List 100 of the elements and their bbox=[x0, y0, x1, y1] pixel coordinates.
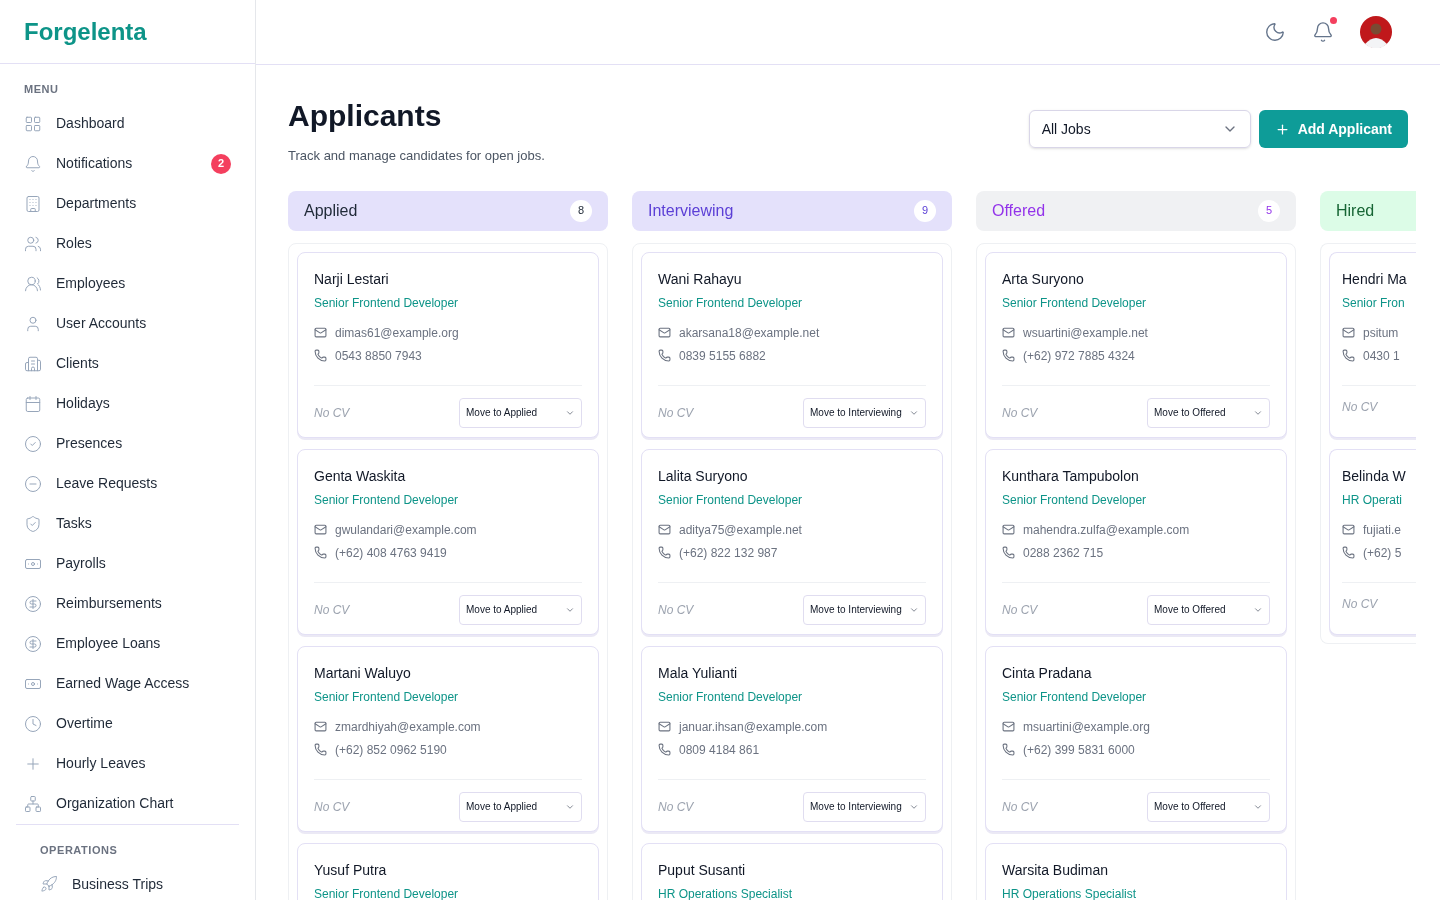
move-select[interactable]: Move to Interviewing bbox=[803, 397, 926, 428]
phone-text: 0809 4184 861 bbox=[679, 741, 760, 759]
move-select[interactable]: Move to Applied bbox=[459, 594, 582, 625]
mail-icon bbox=[1342, 326, 1355, 339]
sidebar-item[interactable]: Leave Requests bbox=[16, 463, 239, 504]
brand-logo[interactable]: Forgelenta bbox=[24, 13, 147, 50]
email-text: dimas61@example.org bbox=[335, 324, 459, 342]
move-select[interactable]: Move to Offered bbox=[1147, 397, 1270, 428]
mail-icon bbox=[314, 326, 327, 339]
no-cv-label: No CV bbox=[658, 404, 694, 422]
applicant-card[interactable]: Genta Waskita Senior Frontend Developer gwulandari@example.com (+62) 408 4763 9419 No CV Move to Applied bbox=[297, 448, 599, 635]
sidebar-item[interactable]: Clients bbox=[16, 343, 239, 384]
section-heading: OPERATIONS bbox=[39, 842, 119, 858]
column-title: Hired bbox=[1336, 200, 1375, 221]
applicant-name: Genta Waskita bbox=[314, 466, 407, 486]
sidebar-item[interactable]: Payrolls bbox=[16, 543, 239, 584]
mail-icon bbox=[1002, 720, 1015, 733]
applicant-name: Arta Suryono bbox=[1002, 269, 1085, 289]
no-cv-label: No CV bbox=[1342, 398, 1378, 416]
sidebar-item[interactable]: Tasks bbox=[16, 503, 239, 544]
applicant-card[interactable]: Puput Susanti HR Operations Specialist bbox=[641, 842, 943, 900]
count-badge: 9 bbox=[914, 199, 936, 222]
email-text: psitum bbox=[1363, 324, 1399, 342]
applicant-card[interactable]: Martani Waluyo Senior Frontend Developer zmardhiyah@example.com (+62) 852 0962 5190 No CV Move to Applied bbox=[297, 645, 599, 832]
applicant-card[interactable]: Wani Rahayu Senior Frontend Developer akarsana18@example.net 0839 5155 6882 No CV Move to Interviewing bbox=[641, 251, 943, 438]
applicant-name: Martani Waluyo bbox=[314, 663, 412, 683]
mail-icon bbox=[658, 720, 671, 733]
sidebar-item[interactable]: Presences bbox=[16, 423, 239, 464]
sidebar-item[interactable]: Reimbursements bbox=[16, 583, 239, 624]
sidebar-item[interactable]: Roles bbox=[16, 223, 239, 264]
column-title: Applied bbox=[304, 200, 358, 221]
applicant-card[interactable]: Lalita Suryono Senior Frontend Developer aditya75@example.net (+62) 822 132 987 No CV Move to Interviewing bbox=[641, 448, 943, 635]
phone-icon bbox=[314, 546, 327, 559]
applicant-card[interactable]: Cinta Pradana Senior Frontend Developer msuartini@example.org (+62) 399 5831 6000 No CV Move to Offered bbox=[985, 645, 1287, 832]
clock-icon bbox=[24, 714, 42, 733]
phone-text: (+62) 972 7885 4324 bbox=[1023, 347, 1135, 365]
job-title: Senior Frontend Developer bbox=[314, 688, 460, 706]
applicant-card[interactable]: Hendri Ma Senior Fron psitum 0430 1 No CV bbox=[1329, 251, 1416, 438]
applicant-name: Belinda W bbox=[1342, 466, 1407, 486]
mail-icon bbox=[1342, 523, 1355, 536]
move-select[interactable]: Move to Interviewing bbox=[803, 594, 926, 625]
applicant-card[interactable]: Belinda W HR Operati fujiati.e (+62) 5 No CV bbox=[1329, 448, 1416, 635]
sidebar-item[interactable]: Dashboard bbox=[16, 103, 239, 144]
sidebar-item[interactable]: User Accounts bbox=[16, 303, 239, 344]
sidebar-item[interactable]: Hourly Leaves bbox=[16, 743, 239, 784]
sidebar-item[interactable]: Employee Loans bbox=[16, 623, 239, 664]
job-filter-select[interactable]: All Jobs bbox=[1028, 110, 1251, 148]
users-icon bbox=[24, 234, 42, 253]
avatar[interactable] bbox=[1360, 16, 1392, 48]
applicant-name: Puput Susanti bbox=[658, 860, 747, 880]
phone-text: (+62) 852 0962 5190 bbox=[335, 741, 447, 759]
applicant-name: Hendri Ma bbox=[1342, 269, 1408, 289]
page-title: Applicants bbox=[288, 98, 443, 134]
phone-icon bbox=[658, 349, 671, 362]
email-text: zmardhiyah@example.com bbox=[335, 718, 481, 736]
applicant-card[interactable]: Kunthara Tampubolon Senior Frontend Developer mahendra.zulfa@example.com 0288 2362 715 No CV Move to Offered bbox=[985, 448, 1287, 635]
sidebar-item[interactable]: Overtime bbox=[16, 703, 239, 744]
plus-icon bbox=[1274, 121, 1290, 137]
phone-icon bbox=[1342, 546, 1355, 559]
email-text: gwulandari@example.com bbox=[335, 521, 477, 539]
sidebar-item[interactable]: Employees bbox=[16, 263, 239, 304]
rocket-icon bbox=[40, 875, 58, 893]
phone-text: 0839 5155 6882 bbox=[679, 347, 766, 365]
count-badge: 5 bbox=[1258, 199, 1280, 222]
sidebar-item[interactable]: Notifications 2 bbox=[16, 143, 239, 184]
applicant-card[interactable]: Narji Lestari Senior Frontend Developer dimas61@example.org 0543 8850 7943 No CV Move to Applied bbox=[297, 251, 599, 438]
move-select[interactable]: Move to Offered bbox=[1147, 791, 1270, 822]
applicant-card[interactable]: Warsita Budiman HR Operations Specialist bbox=[985, 842, 1287, 900]
applicant-card[interactable]: Mala Yulianti Senior Frontend Developer januar.ihsan@example.com 0809 4184 861 No CV Move to Interviewing bbox=[641, 645, 943, 832]
phone-icon bbox=[1002, 349, 1015, 362]
move-select[interactable]: Move to Offered bbox=[1147, 594, 1270, 625]
move-select[interactable]: Move to Interviewing bbox=[803, 791, 926, 822]
sidebar-item[interactable]: Holidays bbox=[16, 383, 239, 424]
move-select[interactable]: Move to Applied bbox=[459, 791, 582, 822]
job-title: Senior Frontend Developer bbox=[658, 294, 804, 312]
sidebar-item[interactable]: Earned Wage Access bbox=[16, 663, 239, 704]
mail-icon bbox=[658, 523, 671, 536]
applicant-card[interactable]: Yusuf Putra Senior Frontend Developer bbox=[297, 842, 599, 900]
email-text: wsuartini@example.net bbox=[1023, 324, 1148, 342]
building-icon bbox=[24, 194, 42, 213]
email-text: mahendra.zulfa@example.com bbox=[1023, 521, 1190, 539]
email-text: aditya75@example.net bbox=[679, 521, 802, 539]
job-title: Senior Frontend Developer bbox=[1002, 688, 1148, 706]
applicant-name: Narji Lestari bbox=[314, 269, 390, 289]
job-title: Senior Frontend Developer bbox=[658, 688, 804, 706]
move-select[interactable]: Move to Applied bbox=[459, 397, 582, 428]
applicant-card[interactable]: Arta Suryono Senior Frontend Developer wsuartini@example.net (+62) 972 7885 4324 No CV Move to Offered bbox=[985, 251, 1287, 438]
job-title: HR Operations Specialist bbox=[1002, 885, 1138, 900]
job-title: Senior Frontend Developer bbox=[1002, 491, 1148, 509]
no-cv-label: No CV bbox=[314, 404, 350, 422]
sidebar-item[interactable]: Business Trips bbox=[32, 864, 223, 900]
sidebar-item[interactable]: Organization Chart bbox=[16, 783, 239, 824]
phone-text: (+62) 5 bbox=[1363, 544, 1402, 562]
mail-icon bbox=[314, 523, 327, 536]
phone-text: 0543 8850 7943 bbox=[335, 347, 422, 365]
job-title: Senior Frontend Developer bbox=[658, 491, 804, 509]
dark-mode-icon[interactable] bbox=[1264, 21, 1286, 43]
phone-text: (+62) 822 132 987 bbox=[679, 544, 778, 562]
sidebar-item[interactable]: Departments bbox=[16, 183, 239, 224]
phone-text: 0288 2362 715 bbox=[1023, 544, 1104, 562]
